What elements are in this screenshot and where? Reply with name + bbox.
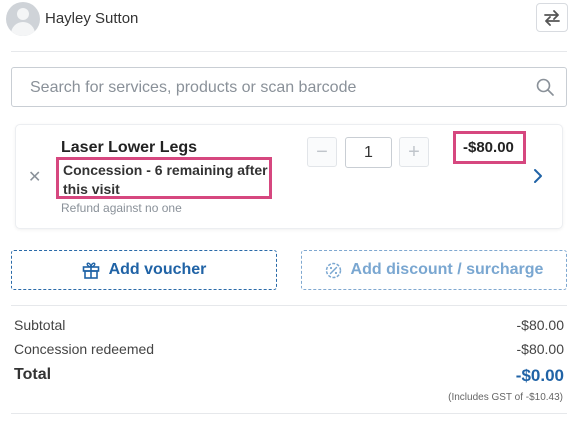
item-title: Laser Lower Legs — [61, 139, 198, 156]
quantity-increase-button[interactable]: + — [399, 137, 429, 167]
client-name[interactable]: Hayley Sutton — [45, 10, 138, 27]
search-input[interactable] — [30, 77, 530, 99]
subtotal-label: Subtotal — [14, 317, 66, 333]
divider — [11, 51, 567, 52]
percent-badge-icon — [325, 262, 341, 278]
client-header: Hayley Sutton — [0, 0, 573, 40]
swap-arrows-icon — [544, 9, 560, 26]
add-discount-button[interactable]: Add discount / surcharge — [301, 250, 567, 290]
search-box[interactable] — [11, 67, 567, 107]
concession-value: -$80.00 — [516, 341, 564, 357]
refund-text: Refund against no one — [61, 201, 182, 215]
price-highlight: -$80.00 — [453, 131, 526, 164]
add-voucher-label: Add voucher — [108, 261, 207, 278]
avatar-body-shape — [11, 22, 35, 36]
remove-item-icon[interactable]: ✕ — [28, 167, 41, 187]
total-value: -$0.00 — [515, 366, 564, 385]
swap-client-button[interactable] — [536, 3, 568, 32]
total-label: Total — [14, 366, 52, 383]
quantity-input[interactable]: 1 — [345, 137, 392, 168]
search-icon[interactable] — [536, 78, 554, 96]
subtotal-value: -$80.00 — [516, 317, 564, 333]
add-voucher-button[interactable]: Add voucher — [11, 250, 277, 290]
gst-note: (Includes GST of -$10.43) — [448, 392, 563, 403]
concession-highlight: Concession - 6 remaining after this visi… — [56, 157, 272, 199]
item-price: -$80.00 — [463, 139, 514, 156]
avatar[interactable] — [6, 2, 40, 36]
concession-label: Concession redeemed — [14, 341, 155, 357]
avatar-head-shape — [17, 8, 29, 20]
concession-text: Concession - 6 remaining after this visi… — [63, 162, 268, 197]
line-item-card[interactable]: ✕ Laser Lower Legs Concession - 6 remain… — [15, 124, 563, 229]
gift-icon — [82, 262, 99, 279]
divider — [11, 305, 567, 306]
divider — [11, 413, 567, 414]
chevron-right-icon[interactable] — [532, 168, 544, 184]
quantity-decrease-button[interactable]: − — [307, 137, 337, 167]
add-discount-label: Add discount / surcharge — [350, 261, 544, 278]
